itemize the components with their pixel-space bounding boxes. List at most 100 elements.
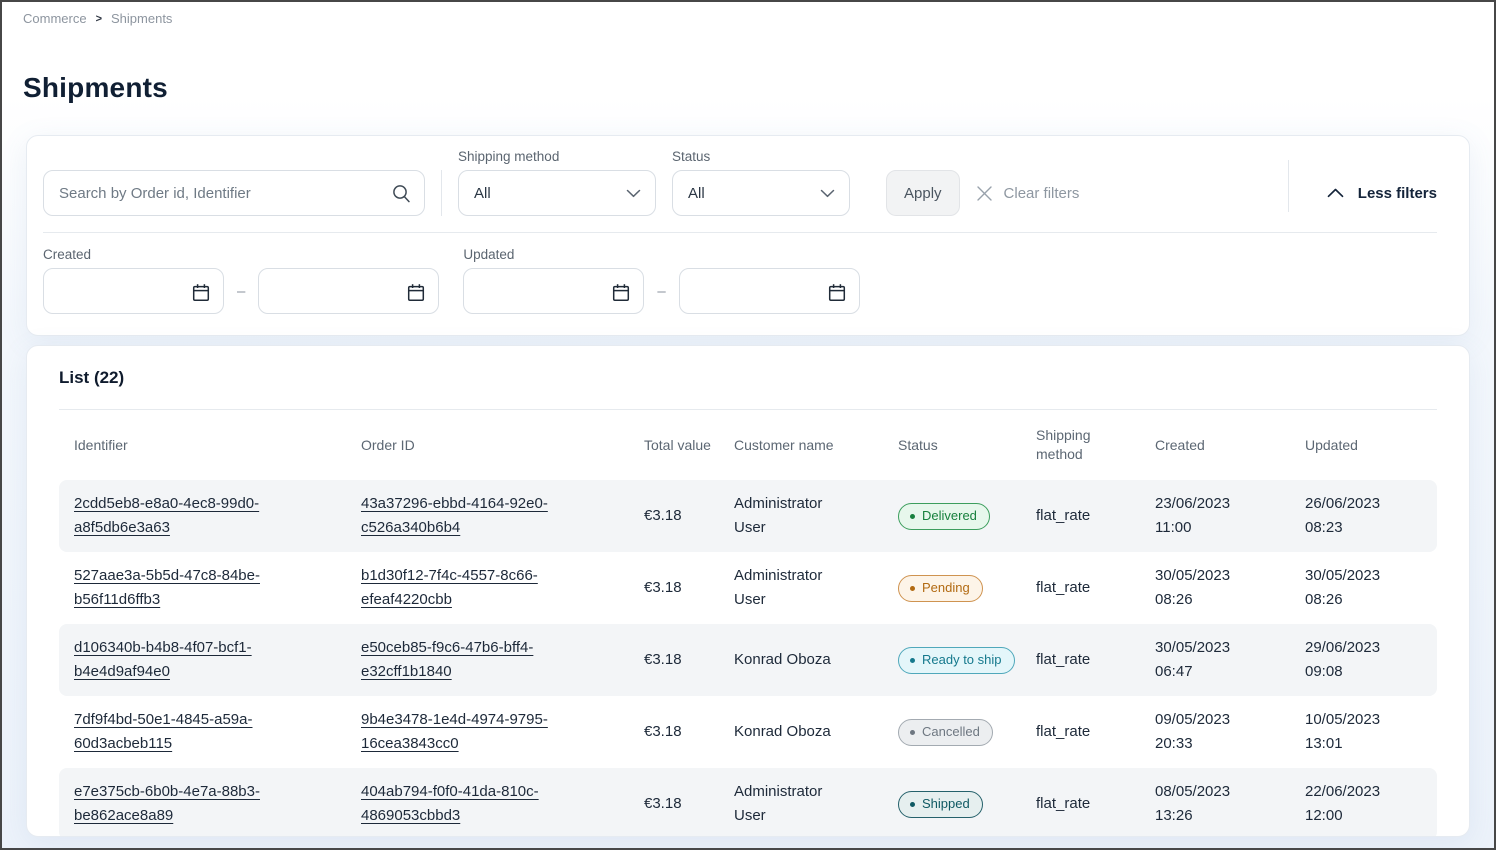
table-row: 527aae3a-5b5d-47c8-84be-b56f11d6ffb3 b1d3… <box>59 552 1437 624</box>
updated-datetime: 30/05/202308:26 <box>1291 552 1439 624</box>
created-label: Created <box>43 247 439 262</box>
status-badge: Delivered <box>898 503 990 530</box>
customer-name: Konrad Oboza <box>720 636 884 684</box>
chevron-down-icon <box>820 189 835 198</box>
breadcrumb: Commerce > Shipments <box>2 2 1494 26</box>
breadcrumb-item-shipments[interactable]: Shipments <box>111 11 172 26</box>
clear-icon <box>976 185 993 202</box>
less-filters-label: Less filters <box>1358 185 1437 202</box>
range-separator: – <box>237 283 245 300</box>
table-row: d106340b-b4b8-4f07-bcf1-b4e4d9af94e0 e50c… <box>59 624 1437 696</box>
shipping-method: flat_rate <box>1022 708 1141 756</box>
status-badge: Shipped <box>898 791 983 818</box>
calendar-icon <box>612 283 630 302</box>
status-dot-icon <box>910 586 915 591</box>
search-field <box>43 170 425 216</box>
updated-datetime: 22/06/202312:00 <box>1291 768 1439 837</box>
total-value: €3.18 <box>630 708 720 756</box>
calendar-icon <box>828 283 846 302</box>
column-header-customer-name: Customer name <box>720 436 884 455</box>
shipping-method-label: Shipping method <box>458 149 656 164</box>
created-datetime: 09/05/202320:33 <box>1141 696 1291 768</box>
order-id-link[interactable]: 43a37296-ebbd-4164-92e0-c526a340b6b4 <box>361 492 575 540</box>
table-row: e7e375cb-6b0b-4e7a-88b3-be862ace8a89 404a… <box>59 768 1437 837</box>
filters-panel: Shipping method All Status All Apply <box>26 135 1470 336</box>
column-header-shipping-method: Shipping method <box>1022 426 1141 464</box>
total-value: €3.18 <box>630 564 720 612</box>
created-datetime: 23/06/202311:00 <box>1141 480 1291 552</box>
identifier-link[interactable]: 2cdd5eb8-e8a0-4ec8-99d0-a8f5db6e3a63 <box>74 492 288 540</box>
customer-name: Administrator User <box>720 480 884 552</box>
created-datetime: 30/05/202308:26 <box>1141 552 1291 624</box>
updated-datetime: 26/06/202308:23 <box>1291 480 1439 552</box>
less-filters-toggle[interactable]: Less filters <box>1327 170 1437 216</box>
identifier-link[interactable]: d106340b-b4b8-4f07-bcf1-b4e4d9af94e0 <box>74 636 288 684</box>
shipping-method: flat_rate <box>1022 564 1141 612</box>
status-dot-icon <box>910 658 915 663</box>
shipping-method-filter: Shipping method All <box>458 149 656 216</box>
status-badge: Cancelled <box>898 719 993 746</box>
order-id-link[interactable]: 404ab794-f0f0-41da-810c-4869053cbbd3 <box>361 780 575 828</box>
identifier-link[interactable]: e7e375cb-6b0b-4e7a-88b3-be862ace8a89 <box>74 780 288 828</box>
order-id-link[interactable]: b1d30f12-7f4c-4557-8c66-efeaf4220cbb <box>361 564 575 612</box>
created-to-input[interactable] <box>258 268 439 314</box>
status-filter: Status All <box>672 149 850 216</box>
updated-filter: Updated – <box>463 247 859 314</box>
customer-name: Konrad Oboza <box>720 708 884 756</box>
table-header: Identifier Order ID Total value Customer… <box>59 410 1437 480</box>
status-badge: Ready to ship <box>898 647 1015 674</box>
column-header-identifier: Identifier <box>59 436 347 455</box>
divider <box>441 170 442 216</box>
updated-label: Updated <box>463 247 859 262</box>
breadcrumb-item-commerce[interactable]: Commerce <box>23 11 87 26</box>
search-icon <box>392 184 411 203</box>
table-row: 7df9f4bd-50e1-4845-a59a-60d3acbeb115 9b4e… <box>59 696 1437 768</box>
column-header-updated: Updated <box>1291 436 1439 455</box>
order-id-link[interactable]: 9b4e3478-1e4d-4974-9795-16cea3843cc0 <box>361 708 575 756</box>
status-dot-icon <box>910 730 915 735</box>
total-value: €3.18 <box>630 780 720 828</box>
divider <box>1288 160 1289 212</box>
identifier-link[interactable]: 7df9f4bd-50e1-4845-a59a-60d3acbeb115 <box>74 708 288 756</box>
table-row: 2cdd5eb8-e8a0-4ec8-99d0-a8f5db6e3a63 43a3… <box>59 480 1437 552</box>
page-title: Shipments <box>23 72 1494 104</box>
updated-datetime: 29/06/202309:08 <box>1291 624 1439 696</box>
status-dot-icon <box>910 514 915 519</box>
column-header-total-value: Total value <box>630 436 720 455</box>
created-from-input[interactable] <box>43 268 224 314</box>
breadcrumb-separator-icon: > <box>96 13 102 25</box>
shipping-method: flat_rate <box>1022 492 1141 540</box>
shipping-method-select[interactable]: All <box>458 170 656 216</box>
status-dot-icon <box>910 802 915 807</box>
chevron-up-icon <box>1327 188 1344 198</box>
status-badge: Pending <box>898 575 983 602</box>
created-datetime: 08/05/202313:26 <box>1141 768 1291 837</box>
updated-to-input[interactable] <box>679 268 860 314</box>
customer-name: Administrator User <box>720 768 884 837</box>
column-header-status: Status <box>884 436 1022 455</box>
calendar-icon <box>407 283 425 302</box>
divider <box>43 232 1437 233</box>
clear-filters-label: Clear filters <box>1004 185 1080 202</box>
order-id-link[interactable]: e50ceb85-f9c6-47b6-bff4-e32cff1b1840 <box>361 636 575 684</box>
status-select[interactable]: All <box>672 170 850 216</box>
identifier-link[interactable]: 527aae3a-5b5d-47c8-84be-b56f11d6ffb3 <box>74 564 288 612</box>
column-header-order-id: Order ID <box>347 436 630 455</box>
calendar-icon <box>192 283 210 302</box>
updated-datetime: 10/05/202313:01 <box>1291 696 1439 768</box>
shipments-page: Commerce > Shipments Shipments Shipping … <box>2 2 1494 848</box>
total-value: €3.18 <box>630 636 720 684</box>
range-separator: – <box>657 283 665 300</box>
updated-from-input[interactable] <box>463 268 644 314</box>
apply-button[interactable]: Apply <box>886 170 960 216</box>
created-datetime: 30/05/202306:47 <box>1141 624 1291 696</box>
shipping-method: flat_rate <box>1022 780 1141 828</box>
list-title: List (22) <box>59 368 1437 388</box>
column-header-created: Created <box>1141 436 1291 455</box>
clear-filters-button[interactable]: Clear filters <box>976 170 1080 216</box>
search-input[interactable] <box>43 170 425 216</box>
status-value: All <box>688 185 705 202</box>
total-value: €3.18 <box>630 492 720 540</box>
list-panel: List (22) Identifier Order ID Total valu… <box>26 345 1470 837</box>
shipping-method: flat_rate <box>1022 636 1141 684</box>
